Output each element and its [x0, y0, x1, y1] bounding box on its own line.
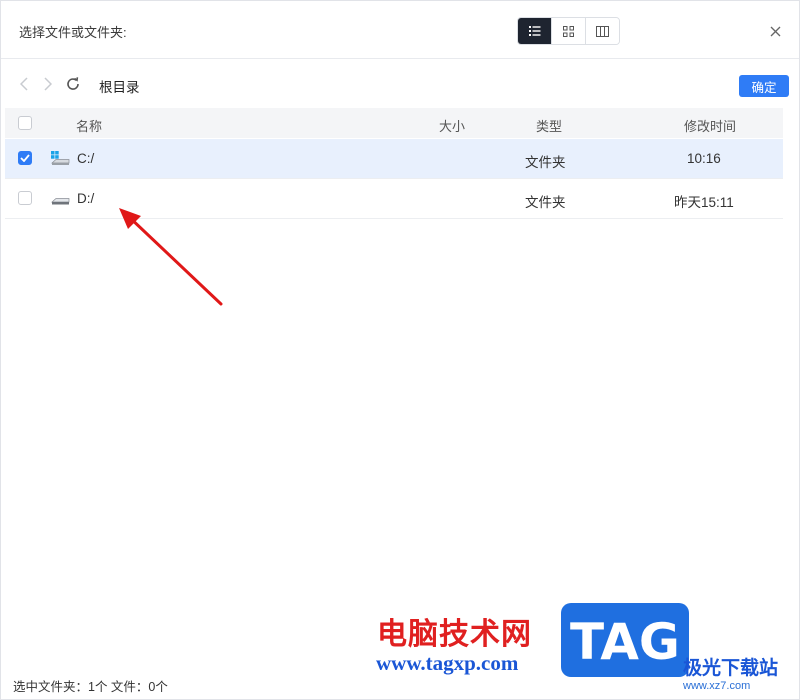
file-table-header: 名称 大小 类型 修改时间 — [5, 108, 783, 138]
watermark-site-name: 极光下载站 — [683, 657, 779, 679]
close-button[interactable] — [765, 21, 785, 41]
view-mode-switch — [517, 17, 620, 45]
column-header-size[interactable]: 大小 — [439, 116, 465, 135]
drive-icon — [51, 198, 70, 205]
column-header-type[interactable]: 类型 — [536, 116, 562, 135]
table-row[interactable]: C:/ 文件夹 10:16 — [5, 139, 783, 179]
windows-drive-icon — [51, 151, 70, 165]
row-name: D:/ — [77, 191, 95, 206]
dialog-title: 选择文件或文件夹: — [19, 25, 127, 40]
chevron-right-icon — [44, 77, 52, 91]
confirm-button[interactable]: 确定 — [739, 75, 789, 97]
row-type: 文件夹 — [525, 195, 566, 210]
refresh-button[interactable] — [64, 75, 82, 93]
close-icon — [770, 26, 780, 36]
column-view-icon — [596, 25, 609, 37]
tag-logo: TAG — [561, 603, 689, 677]
row-checkbox[interactable] — [18, 151, 32, 165]
row-checkbox[interactable] — [18, 191, 32, 205]
row-modified: 10:16 — [687, 151, 721, 166]
checkmark-icon — [20, 154, 30, 162]
forward-button[interactable] — [39, 75, 57, 93]
row-modified: 昨天15:11 — [674, 195, 734, 210]
dialog-titlebar: 选择文件或文件夹: — [1, 1, 799, 59]
grid-view-icon — [563, 25, 574, 37]
column-header-name[interactable]: 名称 — [76, 116, 102, 135]
refresh-icon — [67, 77, 79, 90]
chevron-left-icon — [20, 77, 28, 91]
watermark-title: 电脑技术网 — [377, 617, 532, 652]
red-arrow-annotation — [119, 208, 223, 306]
grid-view-button[interactable] — [552, 18, 586, 44]
navigation-bar: 根目录 确定 — [1, 60, 799, 108]
row-type: 文件夹 — [525, 155, 566, 170]
row-name: C:/ — [77, 151, 95, 166]
column-view-button[interactable] — [586, 18, 619, 44]
list-view-icon — [528, 26, 540, 36]
back-button[interactable] — [15, 75, 33, 93]
watermark-url: www.tagxp.com — [376, 651, 519, 675]
status-bar: 选中文件夹：1个 文件：0个 — [13, 680, 168, 694]
breadcrumb[interactable]: 根目录 — [99, 76, 140, 96]
select-all-checkbox[interactable] — [18, 116, 32, 130]
tag-logo-text: TAG — [570, 613, 680, 671]
watermark-site-url: www.xz7.com — [683, 680, 751, 692]
column-header-modified[interactable]: 修改时间 — [684, 116, 736, 135]
file-picker-dialog: 选择文件或文件夹: 根目录 确定 名称 大小 类型 修改时间 C:/ 文件夹 1… — [0, 0, 800, 700]
list-view-button[interactable] — [518, 18, 552, 44]
